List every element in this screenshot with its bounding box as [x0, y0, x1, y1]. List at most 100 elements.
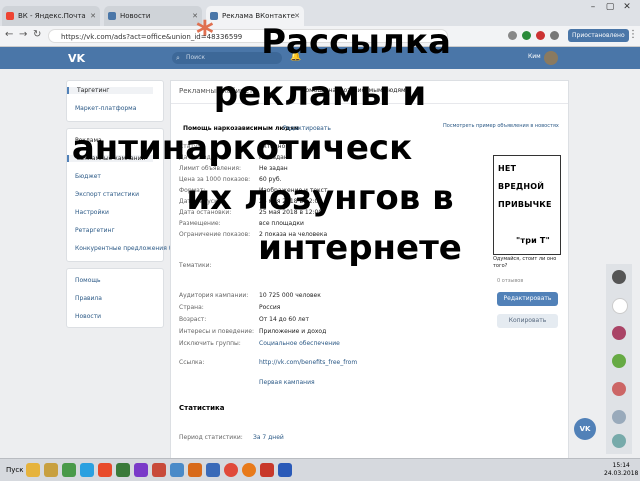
- subjects-label: Тематики:: [179, 262, 212, 269]
- stats-period-label: Период статистики:: [179, 434, 243, 441]
- back-icon[interactable]: ←: [5, 29, 13, 40]
- detail-label: Формат:: [179, 187, 206, 194]
- firefox-icon[interactable]: [242, 463, 256, 477]
- clock-date: 24.03.2018: [604, 470, 639, 477]
- sidebar-item-settings[interactable]: Настройки: [75, 209, 109, 216]
- audience-value: Россия: [259, 304, 281, 311]
- detail-value: 60 руб.: [259, 176, 282, 183]
- app-icon[interactable]: [98, 463, 112, 477]
- ad-subcaption: 0 отзывов: [497, 278, 524, 284]
- breadcrumb[interactable]: Помощь наркозависимым людям: [301, 87, 406, 94]
- windows-taskbar: Пуск 15:14 24.03.2018: [0, 458, 640, 481]
- folder-icon[interactable]: [26, 463, 40, 477]
- window-close-icon[interactable]: ✕: [620, 2, 634, 12]
- sidebar-item-help[interactable]: Помощь: [75, 277, 101, 284]
- vk-messenger-icon[interactable]: VK: [574, 418, 596, 440]
- minimize-icon[interactable]: –: [586, 2, 600, 12]
- link-label: Ссылка:: [179, 359, 205, 366]
- skype-icon[interactable]: [80, 463, 94, 477]
- close-icon[interactable]: ✕: [294, 6, 300, 26]
- ad-text-line: ВРЕДНОЙ: [498, 182, 545, 191]
- app-icon[interactable]: [116, 463, 130, 477]
- bell-icon[interactable]: 🔔: [290, 52, 301, 62]
- url-input[interactable]: https://vk.com/ads?act=office&union_id=4…: [48, 29, 448, 43]
- app-icon[interactable]: [188, 463, 202, 477]
- detail-label: Лимит объявления:: [179, 165, 241, 172]
- vk-logo[interactable]: VK: [68, 52, 85, 65]
- sidebar-cabinet: Реклама Рекламные кампании Бюджет Экспор…: [66, 128, 177, 262]
- sidebar-item-rules[interactable]: Правила: [75, 295, 102, 302]
- audience-label: Интересы и поведение:: [179, 328, 255, 335]
- extension-icon[interactable]: [536, 31, 545, 40]
- sidebar-item-market[interactable]: Маркет-платформа: [75, 105, 136, 112]
- vk-header: VK Поиск ⌕ 🔔 Ким: [0, 47, 640, 69]
- torrent-icon[interactable]: [62, 463, 76, 477]
- sidebar-item-news[interactable]: Новости: [75, 313, 101, 320]
- example-link[interactable]: Посмотреть пример объявления в новостях: [443, 123, 559, 129]
- sidebar-item-retargeting[interactable]: Ретаргетинг: [75, 227, 115, 234]
- menu-icon[interactable]: ⋮: [628, 29, 638, 40]
- ad-caption: Одумайся, стоит ли оно того?: [493, 256, 557, 269]
- browser-tab-news[interactable]: Новости ✕: [104, 6, 202, 26]
- friend-avatar[interactable]: [612, 270, 626, 284]
- friend-avatar[interactable]: [612, 434, 626, 448]
- ad-link[interactable]: http://vk.com/benefits_free_from: [259, 359, 357, 366]
- close-icon[interactable]: ✕: [90, 6, 96, 26]
- edit-link[interactable]: Редактировать: [283, 125, 331, 132]
- campaign-link[interactable]: Первая кампания: [259, 379, 315, 386]
- browser-tab-ads[interactable]: Реклама ВКонтакте ✕: [206, 6, 304, 26]
- browser-tab-mail[interactable]: ВК - Яндекс.Почта ✕: [2, 6, 100, 26]
- explorer-icon[interactable]: [44, 463, 58, 477]
- system-clock[interactable]: 15:14 24.03.2018: [604, 462, 638, 478]
- friend-avatar[interactable]: [612, 298, 628, 314]
- detail-label: Дата создания:: [179, 154, 228, 161]
- sidebar-item-budget[interactable]: Бюджет: [75, 173, 101, 180]
- forward-icon[interactable]: →: [19, 29, 27, 40]
- friend-avatar[interactable]: [612, 410, 626, 424]
- detail-label: Дата остановки:: [179, 209, 232, 216]
- vk-search-input[interactable]: Поиск: [172, 52, 282, 64]
- sidebar-item-export[interactable]: Экспорт статистики: [75, 191, 139, 198]
- sidebar-item-campaigns[interactable]: Рекламные кампании: [67, 155, 153, 162]
- app-icon[interactable]: [260, 463, 274, 477]
- detail-value: все площадки: [259, 220, 304, 227]
- copy-ad-button[interactable]: Копировать: [497, 314, 558, 328]
- stats-period-select[interactable]: За 7 дней: [253, 434, 284, 441]
- friend-avatar[interactable]: [612, 382, 626, 396]
- sidebar-help: Помощь Правила Новости: [66, 268, 164, 328]
- user-name[interactable]: Ким: [528, 53, 541, 60]
- edit-ad-button[interactable]: Редактировать: [497, 292, 558, 306]
- app-icon[interactable]: [170, 463, 184, 477]
- audience-label: Страна:: [179, 304, 204, 311]
- audience-value: От 14 до 60 лет: [259, 316, 309, 323]
- extension-icon[interactable]: [550, 31, 559, 40]
- friend-avatar[interactable]: [612, 354, 626, 368]
- profile-button[interactable]: Приостановлено: [568, 29, 629, 42]
- app-icon[interactable]: [152, 463, 166, 477]
- extension-icon[interactable]: [522, 31, 531, 40]
- detail-label: Статус:: [179, 143, 203, 150]
- clock-time: 15:14: [612, 462, 630, 469]
- detail-value: Не задан: [259, 154, 288, 161]
- ad-text-line: НЕТ: [498, 164, 517, 173]
- avatar[interactable]: [544, 51, 558, 65]
- detail-label: Дата запуска:: [179, 198, 224, 205]
- chrome-icon[interactable]: [224, 463, 238, 477]
- close-icon[interactable]: ✕: [192, 6, 198, 26]
- app-icon[interactable]: [278, 463, 292, 477]
- reload-icon[interactable]: ↻: [33, 29, 41, 40]
- divider: [171, 103, 568, 104]
- sidebar-item-targeting[interactable]: Таргетинг: [67, 87, 153, 94]
- media-player-icon[interactable]: [134, 463, 148, 477]
- maximize-icon[interactable]: ▢: [603, 2, 617, 12]
- start-button[interactable]: Пуск: [2, 462, 27, 478]
- excluded-groups-link[interactable]: Социальное обеспечение: [259, 340, 340, 347]
- audience-label: Возраст:: [179, 316, 207, 323]
- audience-value: Приложение и доход: [259, 328, 327, 335]
- sidebar-item-offers[interactable]: Конкурентные предложения (0): [75, 245, 177, 252]
- search-icon: ⌕: [176, 54, 180, 62]
- tab-label: ВК - Яндекс.Почта: [18, 12, 86, 20]
- friend-avatar[interactable]: [612, 326, 626, 340]
- star-icon[interactable]: [508, 31, 517, 40]
- app-icon[interactable]: [206, 463, 220, 477]
